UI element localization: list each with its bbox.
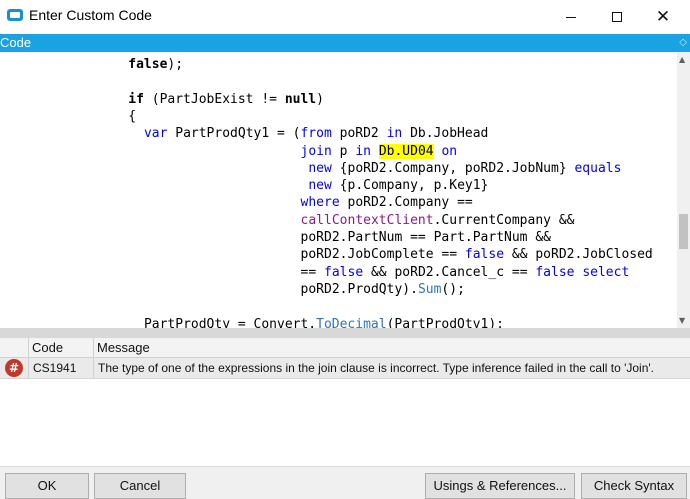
code-token: new — [308, 178, 332, 194]
code-token: null — [284, 91, 317, 107]
code-token: p — [331, 143, 356, 159]
code-token: ); — [167, 57, 184, 72]
code-token: == — [300, 264, 325, 280]
minimize-button[interactable] — [548, 0, 594, 34]
code-token: Db.JobHead — [402, 126, 489, 142]
code-token: Sum — [417, 281, 442, 297]
error-code: CS1941 — [29, 358, 94, 378]
code-line[interactable]: { — [128, 108, 136, 125]
error-list: Code Message # CS1941 The type of one of… — [0, 338, 690, 466]
code-line[interactable]: new {p.Company, p.Key1} — [308, 177, 488, 194]
maximize-icon — [612, 12, 622, 22]
window-title: Enter Custom Code — [29, 7, 152, 23]
code-token: && poRD2.JobClosed — [504, 247, 653, 263]
code-token: in — [355, 143, 371, 159]
code-line[interactable]: false); — [128, 56, 183, 73]
code-panel-label: Code — [0, 35, 32, 50]
code-line[interactable]: poRD2.JobComplete == false && poRD2.JobC… — [301, 246, 653, 263]
code-line[interactable]: poRD2.ProdQty).Sum(); — [301, 281, 465, 298]
code-line[interactable]: callContextClient.CurrentCompany && — [301, 212, 575, 229]
usings-references-button[interactable]: Usings & References... — [425, 473, 575, 499]
panel-splitter[interactable] — [0, 328, 690, 338]
error-list-header: Code Message — [0, 338, 690, 358]
code-token: && poRD2.Cancel_c == — [363, 264, 536, 280]
code-token: {poRD2.Company, poRD2.JobNum} — [331, 160, 575, 176]
minimize-icon — [566, 16, 576, 18]
code-token: (PartJobExist != — [143, 91, 285, 107]
dialog-footer: OK Cancel Usings & References... Check S… — [0, 466, 690, 499]
app-window-icon — [7, 9, 23, 21]
code-token: from — [300, 126, 332, 142]
code-token: {p.Company, p.Key1} — [331, 178, 489, 194]
code-token: (PartProdQty1); — [386, 316, 504, 329]
code-line[interactable]: PartProdQty = Convert.ToDecimal(PartProd… — [144, 316, 504, 329]
code-token: where — [300, 195, 340, 211]
code-token: Db.UD04 — [378, 143, 434, 159]
error-icon: # — [5, 359, 23, 377]
code-token: false — [324, 264, 364, 280]
code-token: .CurrentCompany && — [433, 212, 575, 228]
code-line[interactable]: poRD2.PartNum == Part.PartNum && — [301, 229, 551, 246]
code-column-header[interactable]: Code — [29, 338, 94, 358]
pin-icon[interactable]: ◇ — [679, 37, 687, 48]
check-syntax-button[interactable]: Check Syntax — [581, 473, 687, 499]
code-token: select — [582, 264, 630, 280]
ok-button[interactable]: OK — [5, 473, 89, 499]
error-icon-cell: # — [0, 358, 29, 378]
code-token: PartProdQty1 = ( — [167, 126, 301, 142]
code-token: on — [441, 143, 458, 159]
code-panel-header: Code ◇ — [0, 34, 690, 52]
cancel-button[interactable]: Cancel — [94, 473, 186, 499]
scroll-up-icon[interactable]: ▲ — [679, 55, 685, 64]
code-token: false — [464, 247, 505, 263]
code-token: callContextClient — [300, 212, 434, 228]
code-line[interactable]: join p in Db.UD04 on — [300, 143, 458, 160]
code-line[interactable]: where poRD2.Company == — [301, 194, 473, 211]
custom-code-dialog: Enter Custom Code ✕ Code ◇ false); if (Pa… — [0, 0, 690, 499]
code-token: false — [128, 57, 168, 72]
code-token: equals — [574, 160, 622, 176]
code-line[interactable]: var PartProdQty1 = (from poRD2 in Db.Job… — [144, 125, 488, 142]
code-token: poRD2.Company == — [339, 195, 473, 211]
code-token: join — [300, 143, 332, 159]
code-editor[interactable]: false); if (PartJobExist != null){var Par… — [0, 52, 677, 328]
code-token: var — [143, 126, 168, 142]
code-token: { — [128, 108, 137, 124]
title-bar[interactable]: Enter Custom Code ✕ — [0, 0, 690, 34]
vertical-scrollbar[interactable]: ▲ ▼ — [677, 52, 690, 328]
code-token: in — [386, 126, 403, 142]
maximize-button[interactable] — [594, 0, 640, 34]
code-token: poRD2.ProdQty). — [300, 281, 418, 297]
code-token: (); — [441, 281, 465, 297]
code-token: poRD2.PartNum == Part.PartNum && — [300, 230, 551, 245]
code-line[interactable]: == false && poRD2.Cancel_c == false sele… — [301, 264, 630, 281]
code-token: poRD2.JobComplete == — [300, 247, 465, 263]
scroll-down-icon[interactable]: ▼ — [679, 316, 685, 325]
close-button[interactable]: ✕ — [640, 0, 686, 34]
icon-column-header[interactable] — [0, 338, 29, 358]
code-token: new — [308, 160, 332, 176]
code-token: if — [128, 91, 144, 107]
code-token: ) — [316, 91, 324, 107]
code-token: false — [535, 264, 575, 280]
table-row[interactable]: # CS1941 The type of one of the expressi… — [0, 358, 690, 379]
scrollbar-thumb[interactable] — [679, 214, 688, 249]
code-line[interactable]: if (PartJobExist != null) — [128, 91, 324, 108]
close-icon: ✕ — [655, 6, 671, 27]
code-token: ToDecimal — [316, 316, 387, 329]
code-token: poRD2 — [331, 126, 387, 142]
code-line[interactable]: new {poRD2.Company, poRD2.JobNum} equals — [308, 160, 621, 177]
message-column-header[interactable]: Message — [94, 338, 690, 358]
code-token: PartProdQty = Convert. — [143, 316, 317, 329]
error-message: The type of one of the expressions in th… — [98, 361, 655, 375]
